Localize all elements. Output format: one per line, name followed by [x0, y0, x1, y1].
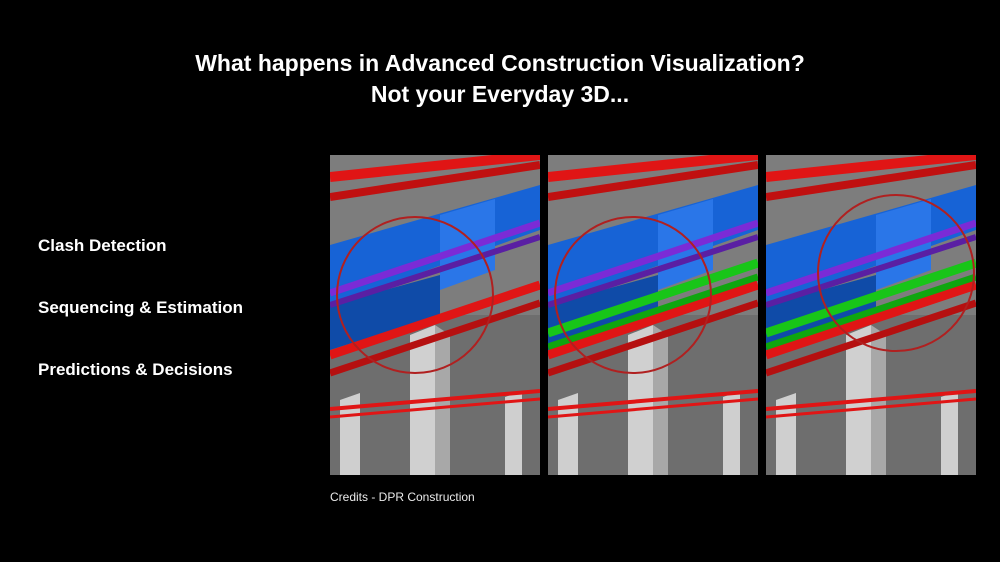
bim-panel-3	[766, 155, 976, 475]
bim-image-row	[330, 155, 976, 475]
bullet-predictions-decisions: Predictions & Decisions	[38, 360, 243, 380]
title-line-1: What happens in Advanced Construction Vi…	[195, 50, 805, 76]
bullet-list: Clash Detection Sequencing & Estimation …	[38, 236, 243, 422]
title-line-2: Not your Everyday 3D...	[371, 81, 629, 107]
bim-render-2	[548, 155, 758, 475]
bim-panel-2	[548, 155, 758, 475]
bullet-sequencing-estimation: Sequencing & Estimation	[38, 298, 243, 318]
bim-render-3	[766, 155, 976, 475]
credits-text: Credits - DPR Construction	[330, 490, 475, 504]
slide-title: What happens in Advanced Construction Vi…	[0, 48, 1000, 110]
bullet-clash-detection: Clash Detection	[38, 236, 243, 256]
bim-panel-1	[330, 155, 540, 475]
bim-render-1	[330, 155, 540, 475]
